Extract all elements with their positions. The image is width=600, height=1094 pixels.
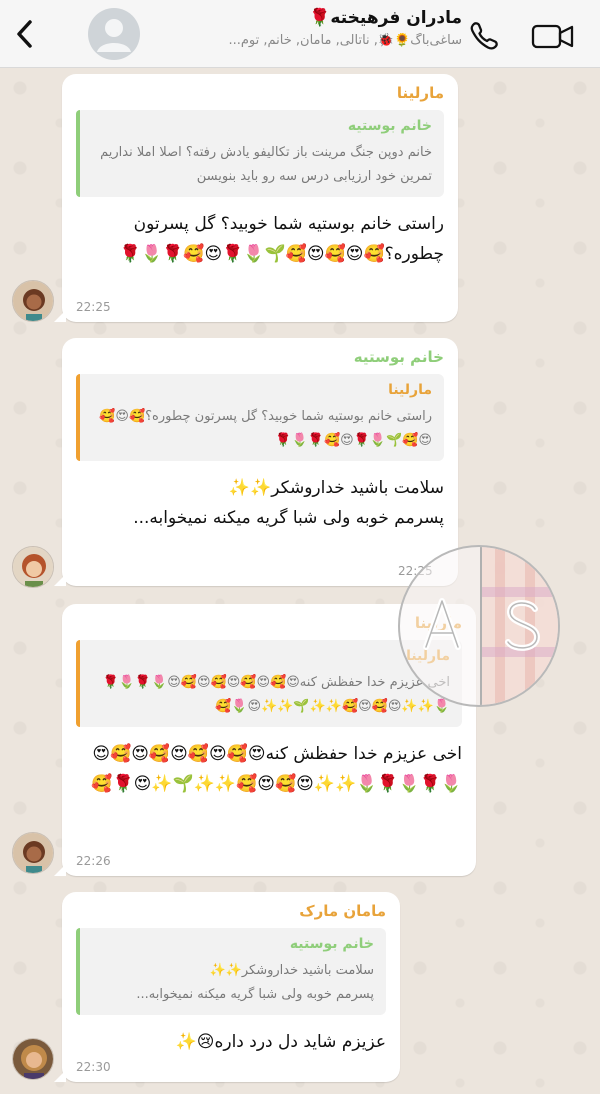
message-text: راستی خانم بوستیه شما خوبید؟ گل پسرتون چ… bbox=[119, 214, 444, 264]
quote-bar bbox=[76, 374, 80, 461]
quote-text: راستی خانم بوستیه شما خوبید؟ گل پسرتون چ… bbox=[99, 409, 432, 448]
quote-text: خانم دوپن جنگ مرینت باز تکالیفو یادش رفت… bbox=[100, 145, 432, 184]
sender-avatar[interactable] bbox=[12, 832, 54, 874]
sender-avatar[interactable] bbox=[12, 1038, 54, 1080]
as-monogram-icon bbox=[423, 547, 558, 705]
quote-sender: خانم بوستیه bbox=[289, 936, 374, 952]
back-button[interactable] bbox=[8, 14, 42, 54]
quote-sender: مارلینا bbox=[88, 648, 450, 664]
voice-call-button[interactable] bbox=[466, 18, 502, 54]
phone-icon bbox=[470, 22, 498, 50]
quote-bar bbox=[76, 928, 80, 1015]
avatar-portrait-icon bbox=[13, 1039, 53, 1079]
message-bubble[interactable]: مامان مارک خانم بوستیه سلامت باشید خدارو… bbox=[54, 892, 400, 1082]
chat-title: مادران فرهیخته🌹 bbox=[309, 8, 462, 28]
message-time: 22:25 bbox=[76, 300, 111, 314]
quote-sender: مارلینا bbox=[388, 382, 432, 398]
quote-text: اخی عزیزم خدا حفظش کنه😍🥰😍🥰😍🥰😍🥰😍🌷🌹🌷🌹🌷✨✨😍🥰… bbox=[102, 675, 450, 714]
quote-sender: خانم بوستیه bbox=[347, 118, 432, 134]
chevron-left-icon bbox=[17, 20, 32, 48]
message-bubble[interactable]: مارلینا خانم بوستیه خانم دوپن جنگ مرینت … bbox=[54, 74, 458, 322]
sender-avatar[interactable] bbox=[12, 280, 54, 322]
chat-title-area[interactable]: مادران فرهیخته🌹 ساغی‌باگ🌻🐞, ناتالی, ماما… bbox=[162, 8, 462, 48]
message-text: عزیزم شاید دل درد داره😢✨ bbox=[175, 1032, 386, 1052]
video-camera-icon bbox=[531, 24, 574, 49]
video-call-button[interactable] bbox=[528, 18, 578, 54]
quote-bar bbox=[76, 640, 80, 727]
chat-members: ساغی‌باگ🌻🐞, ناتالی, مامان, خانم, توم... bbox=[228, 33, 462, 48]
group-avatar[interactable] bbox=[88, 8, 140, 60]
sender-avatar[interactable] bbox=[12, 546, 54, 588]
message-time: 22:26 bbox=[76, 854, 111, 868]
message-sender: خانم بوستیه bbox=[353, 348, 444, 366]
avatar-portrait-icon bbox=[13, 833, 53, 873]
avatar-portrait-icon bbox=[13, 281, 53, 321]
watermark-logo bbox=[398, 545, 560, 707]
quote-text-line: پسرمم خوبه ولی شبا گریه میکنه نمیخوابه..… bbox=[136, 987, 374, 1002]
message-text: اخی عزیزم خدا حفظش کنه😍🥰😍🥰😍🥰😍🥰😍🌷🌹🌷🌹🌷✨✨😍🥰… bbox=[91, 744, 462, 794]
quote-bar bbox=[76, 110, 80, 197]
message-bubble[interactable]: خانم بوستیه مارلینا راستی خانم بوستیه شم… bbox=[54, 338, 458, 586]
reply-quote[interactable]: خانم بوستیه خانم دوپن جنگ مرینت باز تکال… bbox=[76, 110, 444, 197]
reply-quote[interactable]: خانم بوستیه سلامت باشید خداروشکر✨✨ پسرمم… bbox=[76, 928, 386, 1015]
message-text-line: سلامت باشید خداروشکر✨✨ bbox=[228, 478, 444, 498]
message-sender: مامان مارک bbox=[299, 902, 386, 920]
reply-quote[interactable]: مارلینا راستی خانم بوستیه شما خوبید؟ گل … bbox=[76, 374, 444, 461]
avatar-portrait-icon bbox=[13, 547, 53, 587]
message-sender: مارلینا bbox=[396, 84, 444, 102]
quote-text-line: سلامت باشید خداروشکر✨✨ bbox=[209, 963, 374, 978]
chat-header: مادران فرهیخته🌹 ساغی‌باگ🌻🐞, ناتالی, ماما… bbox=[0, 0, 600, 68]
message-time: 22:30 bbox=[76, 1060, 111, 1074]
message-text-line: پسرمم خوبه ولی شبا گریه میکنه نمیخوابه..… bbox=[133, 508, 444, 528]
person-placeholder-icon bbox=[97, 19, 131, 52]
